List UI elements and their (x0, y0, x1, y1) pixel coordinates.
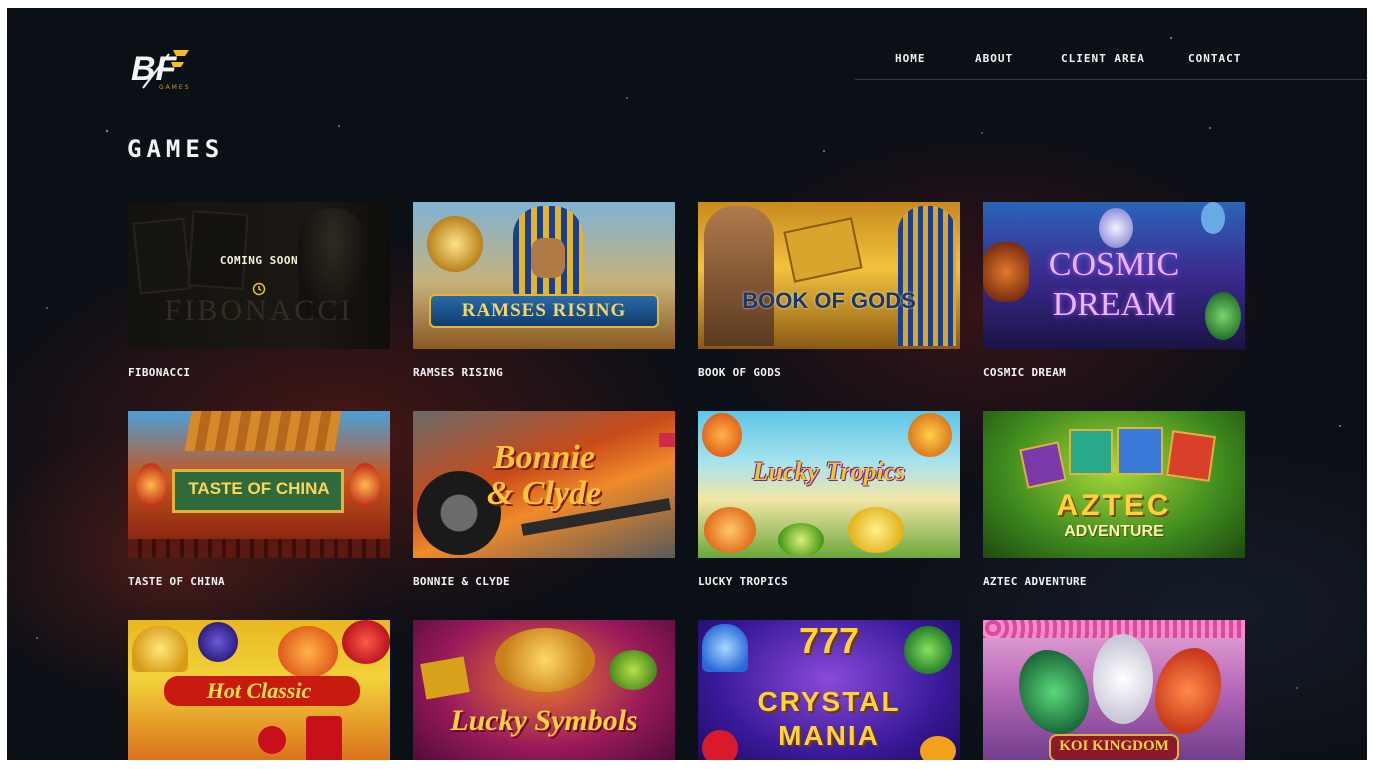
game-logo-text: TASTE OF CHINA (188, 479, 330, 498)
brand-logo-subtext: GAMES (159, 84, 191, 91)
game-card-cosmic-dream[interactable]: COSMIC DREAM COSMIC DREAM (983, 202, 1245, 379)
game-thumbnail: Lucky Symbols (413, 620, 675, 760)
game-thumbnail: TASTE OF CHINA (128, 411, 390, 558)
game-card-hot-classic[interactable]: Hot Classic (128, 620, 390, 760)
game-logo-text: MANIA (778, 720, 880, 751)
nav-client-area[interactable]: CLIENT AREA (1061, 52, 1145, 65)
nav-about[interactable]: ABOUT (975, 52, 1013, 65)
game-thumbnail: AZTEC ADVENTURE (983, 411, 1245, 558)
game-card-fibonacci[interactable]: FIBONACCI COMING SOON FIBONACCI (128, 202, 390, 379)
game-thumbnail: KOI KINGDOM (983, 620, 1245, 760)
game-thumbnail: 777 CRYSTAL MANIA (698, 620, 960, 760)
game-card-crystal-mania[interactable]: 777 CRYSTAL MANIA (698, 620, 960, 760)
game-thumbnail: BOOK OF GODS (698, 202, 960, 349)
game-title[interactable]: TASTE OF CHINA (128, 575, 225, 588)
game-card-ramses-rising[interactable]: RAMSES RISING RAMSES RISING (413, 202, 675, 379)
brand-logo[interactable]: BF GAMES (129, 44, 199, 92)
main-nav: HOME ABOUT CLIENT AREA CONTACT (855, 48, 1367, 80)
game-title[interactable]: RAMSES RISING (413, 366, 503, 379)
nav-home[interactable]: HOME (895, 52, 926, 65)
game-card-aztec-adventure[interactable]: AZTEC ADVENTURE AZTEC ADVENTURE (983, 411, 1245, 588)
nav-contact[interactable]: CONTACT (1188, 52, 1241, 65)
game-thumbnail: Hot Classic (128, 620, 390, 760)
game-card-lucky-symbols[interactable]: Lucky Symbols (413, 620, 675, 760)
game-title[interactable]: AZTEC ADVENTURE (983, 575, 1087, 588)
coming-soon-label: COMING SOON (219, 254, 299, 267)
game-card-book-of-gods[interactable]: BOOK OF GODS BOOK OF GODS (698, 202, 960, 379)
game-logo-text: Hot Classic (206, 678, 312, 703)
page-frame: BF GAMES HOME ABOUT CLIENT AREA CONTACT … (7, 8, 1367, 760)
game-logo-text: 777 (798, 620, 860, 661)
game-card-lucky-tropics[interactable]: Lucky Tropics LUCKY TROPICS (698, 411, 960, 588)
game-card-taste-of-china[interactable]: TASTE OF CHINA TASTE OF CHINA (128, 411, 390, 588)
game-logo-text: Lucky Symbols (450, 704, 638, 737)
game-logo-text: RAMSES RISING (461, 300, 627, 321)
game-logo-text: Lucky Tropics (752, 457, 906, 486)
game-thumbnail: Bonnie & Clyde (413, 411, 675, 558)
clock-icon (252, 282, 266, 296)
game-logo-text: BOOK OF GODS (742, 288, 916, 313)
game-thumbnail: RAMSES RISING (413, 202, 675, 349)
game-logo-text: Bonnie (492, 439, 596, 476)
game-logo-text: KOI KINGDOM (1059, 738, 1169, 754)
game-title[interactable]: COSMIC DREAM (983, 366, 1066, 379)
game-logo-text: CRYSTAL (757, 686, 901, 717)
game-logo-text: AZTEC (1056, 489, 1172, 522)
game-logo-text: ADVENTURE (1064, 523, 1164, 540)
game-title[interactable]: BONNIE & CLYDE (413, 575, 510, 588)
game-card-koi-kingdom[interactable]: KOI KINGDOM (983, 620, 1245, 760)
game-thumbnail: COSMIC DREAM (983, 202, 1245, 349)
game-thumbnail: FIBONACCI COMING SOON (128, 202, 390, 349)
game-title[interactable]: LUCKY TROPICS (698, 575, 788, 588)
game-logo-text: & Clyde (486, 475, 602, 512)
page-title: GAMES (127, 135, 225, 163)
game-title[interactable]: BOOK OF GODS (698, 366, 781, 379)
game-logo-text: DREAM (1052, 286, 1176, 323)
game-title[interactable]: FIBONACCI (128, 366, 190, 379)
game-logo-text: COSMIC (1048, 246, 1180, 283)
game-thumbnail: Lucky Tropics (698, 411, 960, 558)
game-card-bonnie-clyde[interactable]: Bonnie & Clyde BONNIE & CLYDE (413, 411, 675, 588)
svg-text:BF: BF (131, 50, 178, 88)
